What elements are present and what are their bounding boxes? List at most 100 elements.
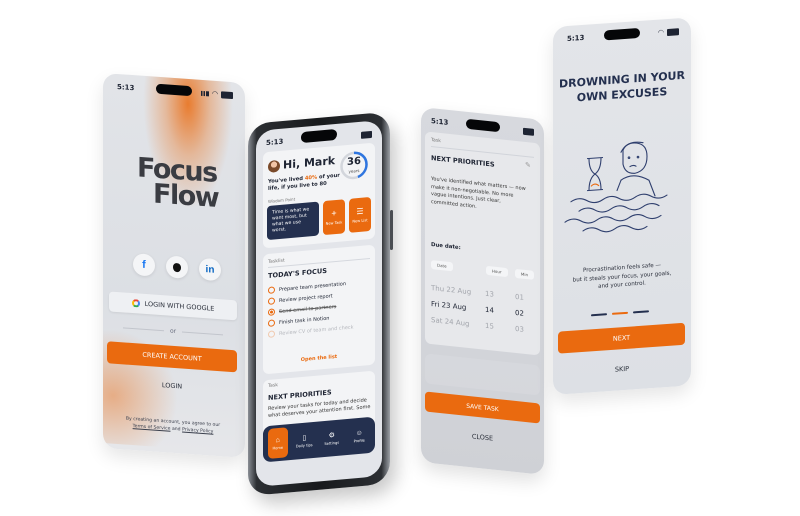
google-login-label: LOGIN WITH GOOGLE (144, 299, 215, 313)
task-body: You've identified what matters — now mak… (431, 176, 526, 210)
status-icons: ◠ (658, 27, 679, 37)
tasklist-label: Tasklist (268, 258, 285, 265)
battery-icon (361, 130, 372, 139)
hourglass-icon (587, 156, 603, 192)
save-task-label: SAVE TASK (466, 402, 499, 413)
picker-min: 02 (515, 308, 524, 318)
blurred-section (425, 353, 540, 396)
nav-profile[interactable]: ☺ Profile (348, 429, 370, 444)
nav-label: Settings (324, 440, 340, 446)
edit-icon[interactable]: ✎ (525, 162, 533, 171)
phone-home-screen: 5:13 Hi, Mark You've lived 40% of your l… (256, 119, 382, 487)
apple-button[interactable] (166, 255, 188, 279)
nav-settings[interactable]: ⚙ Settings (321, 431, 343, 446)
linkedin-icon: in (205, 263, 215, 276)
nav-home[interactable]: ⌂ Home (267, 427, 288, 459)
status-icons (523, 127, 534, 136)
greeting: Hi, Mark (283, 154, 336, 172)
signal-icon (200, 90, 209, 96)
profile-card: Hi, Mark You've lived 40% of your life, … (263, 142, 375, 249)
battery-icon (667, 27, 679, 36)
drowning-illustration (564, 141, 668, 233)
apple-glyph (173, 262, 181, 272)
due-label: Due date: (431, 242, 461, 252)
page-indicator (591, 310, 649, 317)
status-time: 5:13 (431, 117, 449, 127)
battery-icon (523, 127, 534, 136)
date-picker[interactable]: Thu 22 Aug 13 01 Fri 23 Aug 14 02 Sat 24… (431, 280, 534, 339)
next-title: NEXT PRIORITIES (268, 388, 332, 402)
quote-text: Time is what we want most, but what we u… (272, 207, 310, 234)
app-logo: Focus Flow (137, 152, 219, 215)
water-waves (564, 193, 668, 233)
divider-line (123, 327, 164, 332)
nav-label: Home (272, 445, 284, 451)
new-list-button[interactable]: ☰ New List (349, 196, 371, 233)
task-title: NEXT PRIORITIES (431, 154, 495, 169)
picker-col-min: Min (514, 268, 534, 280)
status-icons (361, 130, 372, 139)
task-list: Prepare team presentation Review project… (268, 276, 372, 340)
phone-home-side-button (390, 209, 393, 251)
picker-min: 01 (515, 292, 524, 302)
picker-date: Sat 24 Aug (431, 316, 470, 329)
page-dot[interactable] (633, 310, 649, 314)
lived-percent: 40% (304, 174, 318, 182)
picker-hour: 15 (485, 321, 494, 331)
status-time: 5:13 (117, 82, 135, 93)
close-link[interactable]: CLOSE (421, 427, 544, 448)
page-dot[interactable] (591, 313, 607, 317)
onboarding-headline: DROWNING IN YOUR OWN EXCUSES (553, 67, 691, 107)
book-icon: ▯ (302, 434, 307, 442)
terms-and: and (171, 426, 181, 432)
home-icon: ⌂ (275, 436, 280, 444)
wifi-icon: ◠ (211, 89, 218, 99)
plus-icon: + (331, 207, 337, 219)
skip-link[interactable]: SKIP (553, 360, 691, 378)
task-label: Task (268, 383, 278, 389)
picker-header: Date Hour Min (431, 260, 534, 280)
nav-label: Daily tips (295, 442, 313, 449)
avatar[interactable] (268, 159, 280, 173)
google-login-button[interactable]: LOGIN WITH GOOGLE (109, 291, 237, 321)
linkedin-button[interactable]: in (199, 257, 221, 282)
onboarding-body: Procrastination feels safe — but it stea… (553, 259, 691, 294)
status-icons: ◠ (200, 89, 233, 99)
status-time: 5:13 (266, 137, 284, 148)
phone-login: 5:13 ◠ Focus Flow f in LOGIN WITH GOOGLE… (103, 73, 245, 458)
picker-hour: 14 (485, 305, 494, 315)
facebook-icon: f (142, 258, 146, 271)
checkbox-icon[interactable] (268, 286, 275, 294)
page-dot-active[interactable] (612, 311, 628, 315)
open-list-link[interactable]: Open the list (263, 351, 375, 367)
nav-daily-tips[interactable]: ▯ Daily tips (293, 433, 315, 448)
gear-icon: ⚙ (328, 431, 335, 440)
nav-label: Profile (353, 437, 365, 443)
picker-date: Fri 23 Aug (431, 300, 467, 312)
phone-task-detail: 5:13 Task NEXT PRIORITIES ✎ You've ident… (421, 107, 544, 475)
logo-line-2: Flow (153, 178, 219, 215)
checkbox-icon[interactable] (268, 297, 275, 305)
person-icon: ☺ (355, 429, 363, 437)
focus-card: Tasklist TODAY'S FOCUS Prepare team pres… (263, 244, 375, 375)
checked-icon[interactable] (268, 308, 275, 316)
privacy-link[interactable]: Privacy Policy (182, 427, 213, 434)
status-time: 5:13 (567, 33, 585, 44)
task-label: Task (431, 138, 441, 145)
checkbox-icon[interactable] (268, 319, 275, 327)
next-button[interactable]: NEXT (558, 322, 685, 354)
picker-col-hour: Hour (485, 265, 508, 278)
next-label: NEXT (612, 333, 631, 343)
picker-date: Thu 22 Aug (431, 284, 472, 297)
save-task-button[interactable]: SAVE TASK (425, 391, 540, 424)
focus-title: TODAY'S FOCUS (268, 266, 327, 280)
task-card: Task NEXT PRIORITIES ✎ You've identified… (425, 131, 540, 356)
picker-hour: 13 (485, 289, 494, 299)
terms-link[interactable]: Terms of Service (133, 424, 171, 432)
new-list-label: New List (352, 218, 368, 224)
checkbox-icon[interactable] (268, 330, 275, 338)
divider-line (182, 331, 224, 336)
years-ring: 36 years (339, 149, 369, 182)
facebook-button[interactable]: f (133, 253, 155, 277)
new-task-button[interactable]: + New Task (323, 199, 345, 236)
